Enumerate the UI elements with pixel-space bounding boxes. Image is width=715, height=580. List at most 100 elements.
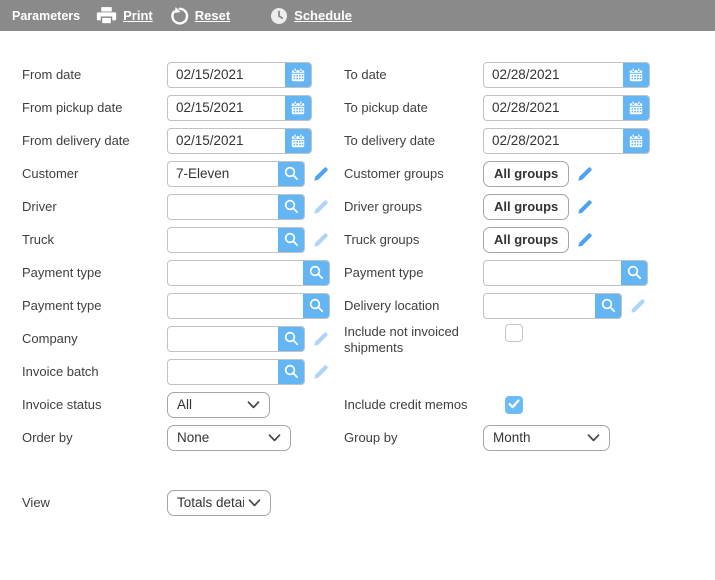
order-by-row: Order by None (22, 421, 344, 454)
customer-input[interactable] (168, 162, 278, 186)
from-pickup-date-calendar-button[interactable] (285, 96, 311, 120)
truck-row: Truck (22, 223, 344, 256)
customer-groups-button[interactable]: All groups (483, 161, 569, 187)
reset-button[interactable]: Reset (169, 6, 230, 26)
driver-groups-button[interactable]: All groups (483, 194, 569, 220)
print-button-label: Print (123, 8, 153, 23)
to-pickup-date-row: To pickup date (344, 91, 715, 124)
include-not-invoiced-checkbox[interactable] (505, 324, 523, 342)
payment-type-2-input[interactable] (168, 294, 303, 318)
delivery-location-search-button[interactable] (595, 294, 621, 318)
to-pickup-date-input[interactable] (484, 96, 623, 120)
payment-type-right-field (483, 260, 648, 286)
calendar-icon (290, 67, 306, 83)
truck-search-button[interactable] (278, 228, 304, 252)
spacer (22, 454, 344, 486)
company-row: Company (22, 322, 344, 355)
print-icon (96, 6, 117, 25)
invoice-batch-row: Invoice batch (22, 355, 344, 388)
payment-type-2-label: Payment type (22, 298, 167, 314)
reset-icon (169, 6, 189, 26)
to-delivery-date-row: To delivery date (344, 124, 715, 157)
view-select[interactable]: Totals detail (167, 490, 271, 516)
payment-type-1-input[interactable] (168, 261, 303, 285)
to-date-input[interactable] (484, 63, 623, 87)
driver-search-button[interactable] (278, 195, 304, 219)
pencil-icon (312, 363, 330, 381)
calendar-icon (628, 67, 644, 83)
truck-groups-edit-pencil-button[interactable] (576, 231, 594, 249)
from-delivery-date-input[interactable] (168, 129, 285, 153)
schedule-button[interactable]: Schedule (270, 7, 352, 25)
company-input[interactable] (168, 327, 278, 351)
driver-groups-label: Driver groups (344, 199, 483, 215)
truck-input[interactable] (168, 228, 278, 252)
pencil-icon (312, 198, 330, 216)
truck-groups-button[interactable]: All groups (483, 227, 569, 253)
payment-type-right-search-button[interactable] (621, 261, 647, 285)
search-icon (308, 264, 325, 281)
group-by-select[interactable]: Month (483, 425, 610, 451)
payment-type-1-search-button[interactable] (303, 261, 329, 285)
form-column-left: From date From pickup date From delivery… (22, 58, 344, 519)
invoice-batch-search-button[interactable] (278, 360, 304, 384)
order-by-select[interactable]: None (167, 425, 291, 451)
to-pickup-date-calendar-button[interactable] (623, 96, 649, 120)
to-date-label: To date (344, 67, 483, 83)
pencil-icon (576, 231, 594, 249)
search-icon (308, 297, 325, 314)
customer-field (167, 161, 305, 187)
from-delivery-date-calendar-button[interactable] (285, 129, 311, 153)
invoice-batch-label: Invoice batch (22, 364, 167, 380)
to-delivery-date-calendar-button[interactable] (623, 129, 649, 153)
pencil-icon (312, 165, 330, 183)
from-date-input[interactable] (168, 63, 285, 87)
customer-label: Customer (22, 166, 167, 182)
print-button[interactable]: Print (96, 6, 153, 25)
toolbar-title: Parameters (12, 9, 80, 23)
payment-type-right-input[interactable] (484, 261, 621, 285)
driver-field (167, 194, 305, 220)
delivery-location-label: Delivery location (344, 298, 483, 314)
from-delivery-date-row: From delivery date (22, 124, 344, 157)
chevron-down-icon (268, 434, 281, 442)
customer-edit-pencil-button[interactable] (312, 165, 330, 183)
invoice-status-select[interactable]: All (167, 392, 270, 418)
driver-groups-edit-pencil-button[interactable] (576, 198, 594, 216)
from-delivery-date-label: From delivery date (22, 133, 167, 149)
invoice-batch-edit-pencil-button (312, 363, 330, 381)
search-icon (626, 264, 643, 281)
payment-type-2-row: Payment type (22, 289, 344, 322)
customer-groups-edit-pencil-button[interactable] (576, 165, 594, 183)
delivery-location-input[interactable] (484, 294, 595, 318)
to-date-calendar-button[interactable] (623, 63, 649, 87)
invoice-batch-field (167, 359, 305, 385)
include-credit-memos-label: Include credit memos (344, 397, 483, 413)
payment-type-2-search-button[interactable] (303, 294, 329, 318)
invoice-status-value: All (177, 397, 243, 412)
driver-input[interactable] (168, 195, 278, 219)
customer-groups-row: Customer groups All groups (344, 157, 715, 190)
company-search-button[interactable] (278, 327, 304, 351)
chevron-down-icon (247, 401, 260, 409)
to-delivery-date-input[interactable] (484, 129, 623, 153)
include-credit-memos-checkbox[interactable] (505, 396, 523, 414)
calendar-icon (628, 133, 644, 149)
group-by-label: Group by (344, 430, 483, 446)
search-icon (283, 231, 300, 248)
driver-edit-pencil-button (312, 198, 330, 216)
payment-type-right-row: Payment type (344, 256, 715, 289)
from-date-label: From date (22, 67, 167, 83)
customer-search-button[interactable] (278, 162, 304, 186)
payment-type-right-label: Payment type (344, 265, 483, 281)
from-pickup-date-input[interactable] (168, 96, 285, 120)
payment-type-1-label: Payment type (22, 265, 167, 281)
truck-edit-pencil-button (312, 231, 330, 249)
invoice-batch-input[interactable] (168, 360, 278, 384)
group-by-row: Group by Month (344, 421, 715, 454)
customer-row: Customer (22, 157, 344, 190)
include-not-invoiced-label: Include not invoiced shipments (344, 324, 483, 355)
payment-type-1-field (167, 260, 330, 286)
chevron-down-icon (248, 499, 261, 507)
from-date-calendar-button[interactable] (285, 63, 311, 87)
